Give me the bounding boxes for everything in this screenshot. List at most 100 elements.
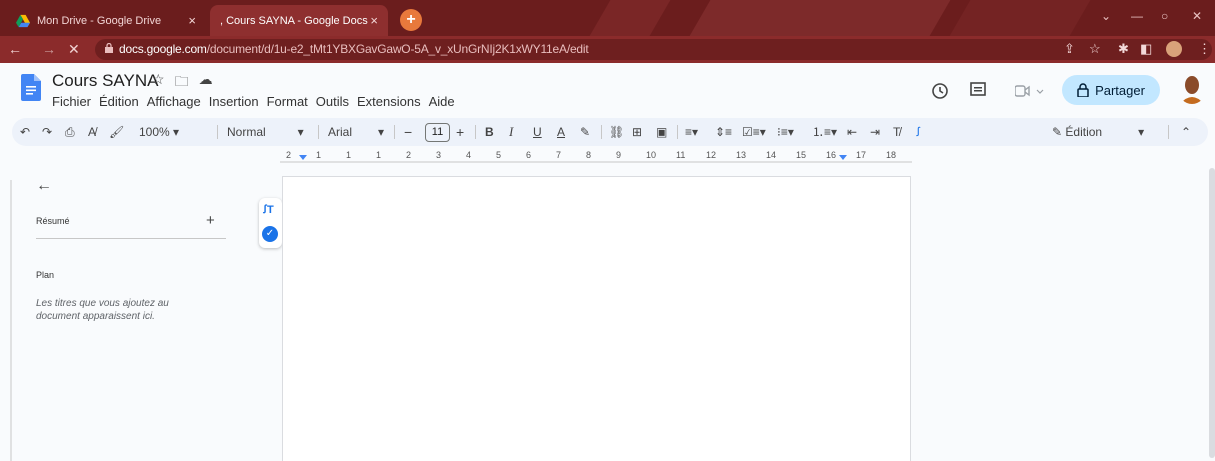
ruler-number: 1 (376, 150, 382, 160)
new-tab-button[interactable]: + (400, 9, 422, 31)
maximize-icon[interactable]: ○ (1161, 9, 1168, 23)
decrease-indent-icon[interactable]: ⇤ (847, 118, 857, 146)
numbered-list-icon[interactable]: ⒈≡▾ (812, 118, 837, 146)
side-gadget: ꭍT ✓ (259, 198, 282, 248)
bookmark-star-icon[interactable]: ☆ (1089, 41, 1101, 57)
print-icon[interactable]: ⎙ (65, 118, 75, 146)
add-comment-icon[interactable]: ⊞ (632, 118, 642, 146)
menu-tools[interactable]: Outils (316, 94, 349, 109)
theme-decoration (689, 0, 951, 36)
url-domain: docs.google.com (119, 42, 207, 56)
cloud-status-icon[interactable]: ☁ (199, 71, 213, 95)
version-history-icon[interactable] (931, 82, 949, 100)
ruler-numbers: 2 1 1 1 2 3 4 5 6 7 8 9 10 11 12 13 14 15 16 17 18 (280, 150, 912, 164)
ruler-number: 11 (676, 150, 686, 160)
bulleted-list-icon[interactable]: ⁝≡▾ (777, 118, 794, 146)
share-page-icon[interactable]: ⇪ (1064, 41, 1075, 57)
menu-extensions[interactable]: Extensions (357, 94, 421, 109)
divider (475, 125, 476, 139)
undo-icon[interactable]: ↶ (20, 118, 30, 146)
italic-button[interactable]: I (509, 118, 513, 146)
menu-insert[interactable]: Insertion (209, 94, 259, 109)
divider (677, 125, 678, 139)
vertical-ruler[interactable] (5, 180, 13, 461)
ruler-number: 17 (856, 150, 867, 160)
insert-link-icon[interactable]: ⛓ (609, 118, 624, 146)
font-size-input[interactable]: 11 (425, 123, 450, 142)
style-select[interactable]: Normal ▾ (227, 118, 304, 146)
close-window-icon[interactable]: ✕ (1192, 9, 1202, 23)
check-icon[interactable]: ✓ (262, 226, 278, 242)
horizontal-ruler[interactable]: 2 1 1 1 2 3 4 5 6 7 8 9 10 11 12 13 14 15 16 17 18 (280, 150, 912, 164)
menu-bar: Fichier Édition Affichage Insertion Form… (52, 94, 455, 109)
docs-header: Cours SAYNA ☆ 🗀 ☁ Fichier Édition Affich… (0, 63, 1215, 115)
checklist-icon[interactable]: ☑≡▾ (742, 118, 766, 146)
line-spacing-icon[interactable]: ⇕≡ (715, 118, 732, 146)
increase-font-size-button[interactable]: + (456, 118, 464, 146)
tab-google-docs[interactable]: , Cours SAYNA - Google Docs × (210, 5, 388, 36)
zoom-value: 100% (139, 125, 170, 139)
decrease-font-size-button[interactable]: − (404, 118, 412, 146)
underline-button[interactable]: U (533, 118, 542, 146)
insert-image-icon[interactable]: ▣ (656, 118, 667, 146)
browser-menu-icon[interactable]: ⋮ (1198, 41, 1211, 57)
share-button[interactable]: Partager (1062, 75, 1160, 105)
meet-icon[interactable] (1015, 85, 1047, 97)
menu-file[interactable]: Fichier (52, 94, 91, 109)
chevron-down-icon[interactable]: ⌄ (1101, 9, 1111, 23)
side-panel-icon[interactable]: ◧ (1140, 41, 1152, 57)
stop-icon[interactable]: ✕ (68, 41, 80, 58)
comments-icon[interactable] (970, 82, 986, 98)
address-bar[interactable]: docs.google.com/document/d/1u-e2_tMt1YBX… (95, 39, 1212, 60)
menu-edit[interactable]: Édition (99, 94, 139, 109)
add-summary-button[interactable]: + (206, 212, 215, 229)
close-tab-icon[interactable]: × (188, 13, 196, 28)
theme-decoration (949, 0, 1091, 36)
hide-menus-chevron-icon[interactable]: ⌃ (1181, 118, 1191, 146)
forward-icon[interactable]: → (42, 41, 56, 57)
redo-icon[interactable]: ↷ (42, 118, 52, 146)
vertical-scrollbar[interactable] (1209, 168, 1215, 458)
extensions-puzzle-icon[interactable]: ✱ (1118, 41, 1129, 57)
menu-help[interactable]: Aide (429, 94, 455, 109)
tab-title: Mon Drive - Google Drive (37, 14, 162, 27)
menu-view[interactable]: Affichage (147, 94, 201, 109)
ruler-number: 18 (886, 150, 897, 160)
zoom-select[interactable]: 100% ▾ (139, 118, 179, 146)
document-page[interactable] (282, 176, 911, 461)
spelling-suggestions-icon[interactable]: ꭍ (916, 118, 920, 146)
mode-label: Édition (1065, 125, 1103, 139)
tab-google-drive[interactable]: Mon Drive - Google Drive × (6, 5, 206, 36)
ruler-number: 13 (736, 150, 747, 160)
url-path: /document/d/1u-e2_tMt1YBXGavGawO-5A_v_xU… (206, 42, 589, 56)
folder-move-icon[interactable]: 🗀 (175, 71, 189, 95)
ruler-number: 5 (496, 150, 502, 160)
ruler-number: 7 (556, 150, 562, 160)
minimize-icon[interactable]: — (1131, 9, 1143, 23)
spellcheck-icon[interactable]: A̸ (88, 118, 96, 146)
increase-indent-icon[interactable]: ⇥ (870, 118, 880, 146)
text-color-button[interactable]: A (557, 118, 565, 146)
bold-button[interactable]: B (485, 118, 494, 146)
ruler-number: 16 (826, 150, 837, 160)
star-icon[interactable]: ☆ (152, 71, 165, 95)
theme-decoration (589, 0, 671, 36)
browser-tab-strip: Mon Drive - Google Drive × , Cours SAYNA… (0, 0, 1215, 36)
close-tab-icon[interactable]: × (370, 13, 378, 28)
docs-logo-icon[interactable] (21, 74, 41, 101)
close-outline-arrow-icon[interactable]: ← (36, 177, 52, 195)
back-icon[interactable]: ← (8, 41, 22, 57)
highlight-icon[interactable]: ✎ (580, 118, 590, 146)
spelling-suggestions-icon[interactable]: ꭍT (263, 202, 274, 217)
paint-format-icon[interactable]: 🖌 (109, 118, 124, 146)
document-title[interactable]: Cours SAYNA (52, 71, 158, 91)
account-avatar[interactable] (1178, 74, 1206, 104)
ruler-number: 10 (646, 150, 657, 160)
align-icon[interactable]: ≡▾ (685, 118, 698, 146)
profile-avatar[interactable] (1166, 41, 1182, 57)
menu-format[interactable]: Format (267, 94, 308, 109)
editing-mode-select[interactable]: ✎ Édition ▾ (1052, 118, 1144, 146)
font-select[interactable]: Arial ▾ (328, 118, 384, 146)
divider (601, 125, 602, 139)
clear-formatting-icon[interactable]: T̸ (893, 118, 900, 146)
